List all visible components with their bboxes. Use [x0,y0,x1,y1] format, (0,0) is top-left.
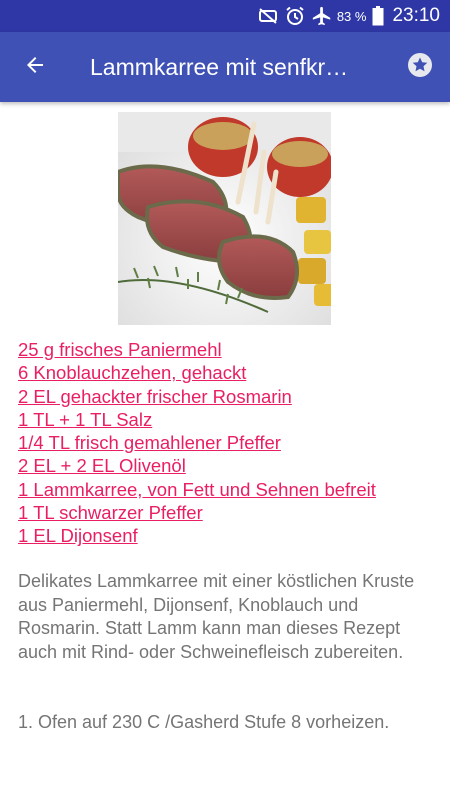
back-button[interactable] [0,32,70,102]
airplane-mode-icon [311,5,333,27]
page-title: Lammkarree mit senfkr… [90,53,349,80]
ingredient-link[interactable]: 1 TL schwarzer Pfeffer [18,502,203,523]
ingredient-link[interactable]: 2 EL gehackter frischer Rosmarin [18,386,292,407]
recipe-content[interactable]: 25 g frisches Paniermehl 6 Knoblauchzehe… [0,102,450,740]
ingredient-item[interactable]: 25 g frisches Paniermehl [18,338,438,361]
ingredient-list: 25 g frisches Paniermehl 6 Knoblauchzehe… [18,338,438,548]
status-bar: 83 % 23:10 [0,0,450,32]
ingredient-item[interactable]: 1 EL Dijonsenf [18,524,438,547]
recipe-step: 1. Ofen auf 230 C /Gasherd Stufe 8 vorhe… [18,712,390,732]
ingredient-item[interactable]: 2 EL + 2 EL Olivenöl [18,454,438,477]
ingredient-item[interactable]: 1/4 TL frisch gemahlener Pfeffer [18,431,438,454]
ingredient-item[interactable]: 1 Lammkarree, von Fett und Sehnen befrei… [18,478,438,501]
recipe-description: Delikates Lammkarree mit einer köstliche… [18,571,415,662]
app-bar: Lammkarree mit senfkr… [0,32,450,102]
ingredient-link[interactable]: 1/4 TL frisch gemahlener Pfeffer [18,432,281,453]
battery-percent: 83 % [336,8,367,24]
ingredient-link[interactable]: 1 TL + 1 TL Salz [18,409,152,430]
ingredient-link[interactable]: 2 EL + 2 EL Olivenöl [18,455,186,476]
star-icon [407,52,433,83]
ingredient-link[interactable]: 1 EL Dijonsenf [18,525,138,546]
ingredient-link[interactable]: 1 Lammkarree, von Fett und Sehnen befrei… [18,479,376,500]
favorite-button[interactable] [390,32,450,102]
lamb-rack-photo [116,112,334,325]
alarm-icon [285,6,305,26]
ingredient-link[interactable]: 25 g frisches Paniermehl [18,339,222,360]
ingredient-item[interactable]: 6 Knoblauchzehen, gehackt [18,361,438,384]
scroll-fade [0,734,450,740]
arrow-back-icon [23,53,47,82]
ingredient-item[interactable]: 1 TL schwarzer Pfeffer [18,501,438,524]
clock: 23:10 [392,5,440,26]
battery-icon [372,6,384,26]
ingredient-link[interactable]: 6 Knoblauchzehen, gehackt [18,362,246,383]
ingredient-item[interactable]: 2 EL gehackter frischer Rosmarin [18,385,438,408]
ingredient-item[interactable]: 1 TL + 1 TL Salz [18,408,438,431]
mute-icon [257,7,279,25]
